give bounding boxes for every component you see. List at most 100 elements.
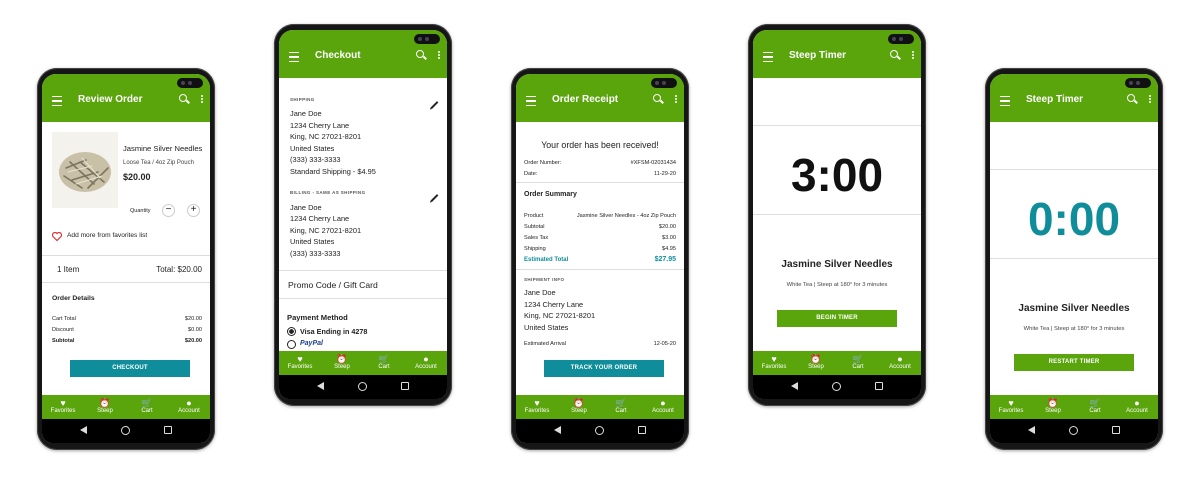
search-icon[interactable] — [653, 94, 661, 102]
nav-label: Steep — [571, 408, 587, 414]
order-number-label: Order Number: — [524, 160, 562, 166]
alarm-icon: ⏰ — [810, 354, 822, 364]
back-icon[interactable] — [1028, 426, 1035, 434]
nav-favorites[interactable]: ♥ Favorites — [42, 395, 84, 419]
heart-outline-icon — [52, 232, 62, 241]
nav-label: Cart — [141, 408, 153, 414]
camera-cutout — [414, 34, 440, 44]
menu-icon[interactable] — [1000, 96, 1010, 106]
recents-icon[interactable] — [401, 382, 409, 390]
more-icon[interactable] — [675, 95, 677, 97]
home-icon[interactable] — [121, 426, 130, 435]
page-title: Order Receipt — [552, 94, 619, 105]
account-icon: ● — [897, 354, 903, 364]
shipping-label: SHIPPING — [290, 97, 315, 102]
promo-code-link[interactable]: Promo Code / Gift Card — [288, 280, 378, 290]
checkout-button[interactable]: CHECKOUT — [70, 360, 190, 377]
begin-timer-button[interactable]: BEGIN TIMER — [777, 310, 897, 327]
subtotal-value: $20.00 — [658, 224, 676, 230]
bottom-nav: ♥ Favorites ⏰ Steep 🛒 Cart ● Account — [279, 351, 447, 375]
nav-steep[interactable]: ⏰ Steep — [1032, 395, 1074, 419]
search-icon[interactable] — [1127, 94, 1135, 102]
cart-total: Total: $20.00 — [156, 265, 202, 274]
nav-account[interactable]: ● Account — [1116, 395, 1158, 419]
visa-option-label: Visa Ending in 4278 — [300, 327, 368, 336]
phone-review-order: Review Order Jasmine Silver Needles Loos… — [37, 68, 215, 450]
more-icon[interactable] — [912, 51, 914, 53]
nav-label: Cart — [1089, 408, 1101, 414]
shipping-label: Shipping — [524, 246, 546, 252]
system-nav-bar — [516, 419, 684, 443]
nav-cart[interactable]: 🛒 Cart — [837, 351, 879, 375]
nav-steep[interactable]: ⏰ Steep — [321, 351, 363, 375]
nav-label: Cart — [615, 408, 627, 414]
shipment-line: United States — [524, 323, 569, 332]
search-icon[interactable] — [179, 94, 187, 102]
back-icon[interactable] — [317, 382, 324, 390]
system-nav-bar — [279, 375, 447, 399]
nav-account[interactable]: ● Account — [168, 395, 210, 419]
subtotal-value: $20.00 — [184, 338, 202, 344]
back-icon[interactable] — [80, 426, 87, 434]
nav-favorites[interactable]: ♥ Favorites — [279, 351, 321, 375]
menu-icon[interactable] — [526, 96, 536, 106]
subtotal-label: Subtotal — [524, 224, 545, 230]
nav-account[interactable]: ● Account — [642, 395, 684, 419]
edit-billing-icon[interactable] — [430, 194, 439, 202]
back-icon[interactable] — [791, 382, 798, 390]
nav-account[interactable]: ● Account — [405, 351, 447, 375]
arrival-label: Estimated Arrival — [524, 341, 566, 347]
edit-shipping-icon[interactable] — [430, 101, 439, 109]
home-icon[interactable] — [358, 382, 367, 391]
product-price: $20.00 — [123, 172, 151, 182]
cart-icon: 🛒 — [1089, 398, 1101, 408]
recents-icon[interactable] — [164, 426, 172, 434]
sales-tax-label: Sales Tax — [524, 235, 549, 241]
nav-favorites[interactable]: ♥ Favorites — [990, 395, 1032, 419]
nav-cart[interactable]: 🛒 Cart — [1074, 395, 1116, 419]
restart-timer-button[interactable]: RESTART TIMER — [1014, 354, 1134, 371]
shipping-value: $4.95 — [662, 246, 676, 252]
product-label: Product — [524, 213, 544, 219]
home-icon[interactable] — [595, 426, 604, 435]
search-icon[interactable] — [890, 50, 898, 58]
recents-icon[interactable] — [1112, 426, 1120, 434]
nav-cart[interactable]: 🛒 Cart — [600, 395, 642, 419]
nav-account[interactable]: ● Account — [879, 351, 921, 375]
menu-icon[interactable] — [289, 52, 299, 62]
nav-label: Account — [415, 364, 437, 370]
visa-radio[interactable] — [287, 327, 296, 336]
recents-icon[interactable] — [638, 426, 646, 434]
menu-icon[interactable] — [763, 52, 773, 62]
estimated-total-label: Estimated Total — [524, 257, 569, 263]
back-icon[interactable] — [554, 426, 561, 434]
shipment-line: King, NC 27021-8201 — [524, 311, 596, 320]
more-icon[interactable] — [1149, 95, 1151, 97]
paypal-radio[interactable] — [287, 340, 296, 349]
increase-quantity-button[interactable]: + — [187, 204, 200, 217]
nav-label: Favorites — [50, 408, 76, 414]
nav-cart[interactable]: 🛒 Cart — [126, 395, 168, 419]
shipping-line: (333) 333-3333 — [290, 155, 341, 164]
search-icon[interactable] — [416, 50, 424, 58]
nav-favorites[interactable]: ♥ Favorites — [516, 395, 558, 419]
menu-icon[interactable] — [52, 96, 62, 106]
nav-steep[interactable]: ⏰ Steep — [558, 395, 600, 419]
track-order-button[interactable]: TRACK YOUR ORDER — [544, 360, 664, 377]
nav-cart[interactable]: 🛒 Cart — [363, 351, 405, 375]
more-icon[interactable] — [438, 51, 440, 53]
nav-favorites[interactable]: ♥ Favorites — [753, 351, 795, 375]
home-icon[interactable] — [832, 382, 841, 391]
divider — [279, 298, 447, 299]
divider — [516, 182, 684, 183]
nav-steep[interactable]: ⏰ Steep — [795, 351, 837, 375]
nav-steep[interactable]: ⏰ Steep — [84, 395, 126, 419]
decrease-quantity-button[interactable]: − — [162, 204, 175, 217]
screen: Order Receipt Your order has been receiv… — [516, 74, 684, 443]
divider — [753, 125, 921, 126]
cart-total-value: $20.00 — [184, 316, 202, 322]
more-icon[interactable] — [201, 95, 203, 97]
recents-icon[interactable] — [875, 382, 883, 390]
tea-name: Jasmine Silver Needles — [781, 259, 893, 270]
home-icon[interactable] — [1069, 426, 1078, 435]
